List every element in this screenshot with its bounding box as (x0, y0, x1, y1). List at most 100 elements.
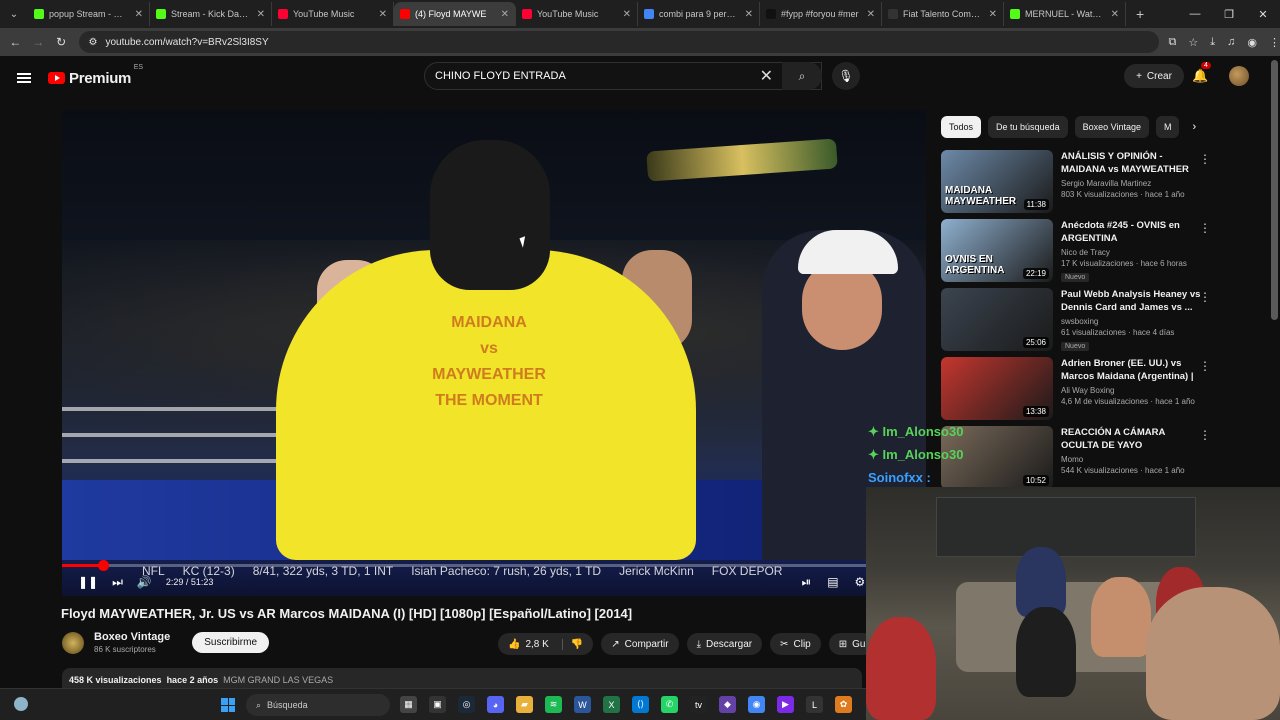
close-window-icon[interactable]: ✕ (1246, 0, 1280, 28)
browser-tab[interactable]: Stream - Kick Dashbo ✕ (150, 2, 272, 26)
account-avatar[interactable] (1229, 66, 1249, 86)
search-input[interactable]: CHINO FLOYD ENTRADA ✕ (424, 62, 822, 90)
forward-icon[interactable]: → (27, 35, 50, 49)
recommendation-item[interactable]: 10:52 REACCIÓN A CÁMARA OCULTA DE YAYO M… (941, 426, 1217, 495)
reload-icon[interactable]: ↻ (50, 35, 73, 49)
more-options-icon[interactable]: ⋮ (1199, 290, 1211, 304)
close-tab-icon[interactable]: ✕ (501, 9, 509, 20)
progress-bar[interactable] (62, 560, 926, 571)
windows-start-icon[interactable] (221, 698, 235, 712)
create-button[interactable]: + Crear (1124, 64, 1184, 88)
clear-search-icon[interactable]: ✕ (760, 66, 773, 86)
appletv-icon[interactable]: tv (690, 696, 707, 713)
minimize-icon[interactable]: — (1178, 0, 1212, 28)
video-thumbnail[interactable]: 13:38 (941, 357, 1053, 420)
tab-search-icon[interactable]: ⌄ (0, 0, 28, 28)
browser-tab[interactable]: popup Stream - Watc ✕ (28, 2, 150, 26)
new-tab-button[interactable]: + (1126, 6, 1154, 22)
app-icon[interactable]: ▣ (429, 696, 446, 713)
video-thumbnail[interactable]: OVNIS EN ARGENTINA 22:19 (941, 219, 1053, 282)
recommendation-item[interactable]: OVNIS EN ARGENTINA 22:19 Anécdota #245 -… (941, 219, 1217, 288)
app-icon[interactable]: ✿ (835, 696, 852, 713)
recommendation-title[interactable]: Paul Webb Analysis Heaney vs Dennis Card… (1061, 288, 1201, 314)
browser-tab[interactable]: #fypp #foryou #mer ✕ (760, 2, 882, 26)
close-tab-icon[interactable]: ✕ (257, 9, 265, 20)
video-thumbnail[interactable]: 25:06 (941, 288, 1053, 351)
recommendation-item[interactable]: MAIDANA MAYWEATHER 11:38 ANÁLISIS Y OPIN… (941, 150, 1217, 219)
scrubber-handle[interactable] (98, 560, 110, 571)
app-icon[interactable]: ◆ (719, 696, 736, 713)
spotify-icon[interactable]: ≋ (545, 696, 562, 713)
notifications-button[interactable]: 🔔 4 (1192, 62, 1211, 84)
chip-filter[interactable]: M (1155, 116, 1180, 138)
browser-tab[interactable]: combi para 9 person ✕ (638, 2, 760, 26)
recommendation-item[interactable]: 13:38 Adrien Broner (EE. UU.) vs Marcos … (941, 357, 1217, 426)
chrome-icon[interactable]: ◉ (748, 696, 765, 713)
channel-name[interactable]: Boxeo Vintage (94, 631, 170, 643)
recommendation-channel[interactable]: Ali Way Boxing (1061, 386, 1201, 395)
download-icon[interactable]: ⤓ (1210, 36, 1215, 49)
settings-icon[interactable]: ⚙ (855, 575, 866, 590)
browser-tab[interactable]: YouTube Music ✕ (272, 2, 394, 26)
youtube-logo[interactable]: Premium ES (48, 64, 143, 87)
url-bar[interactable]: ⚙ youtube.com/watch?v=BRv2Sl3I8SY (78, 31, 1159, 53)
share-button[interactable]: ↗ Compartir (601, 633, 679, 655)
next-icon[interactable]: ⏭ (112, 575, 123, 590)
discord-icon[interactable]: ◕ (487, 696, 504, 713)
recommendation-channel[interactable]: swsboxing (1061, 317, 1201, 326)
close-tab-icon[interactable]: ✕ (379, 9, 387, 20)
browser-tab[interactable]: YouTube Music ✕ (516, 2, 638, 26)
recommendation-channel[interactable]: Momo (1061, 455, 1201, 464)
recommendation-title[interactable]: ANÁLISIS Y OPINIÓN - MAIDANA vs MAYWEATH… (1061, 150, 1201, 176)
more-options-icon[interactable]: ⋮ (1199, 221, 1211, 235)
steam-icon[interactable]: ◎ (458, 696, 475, 713)
media-icon[interactable]: ♫ (1227, 36, 1235, 49)
bookmark-star-icon[interactable]: ☆ (1188, 36, 1198, 49)
word-icon[interactable]: W (574, 696, 591, 713)
weather-icon[interactable] (14, 697, 28, 711)
search-button[interactable]: ⌕ (782, 62, 822, 90)
app-icon[interactable]: ▶ (777, 696, 794, 713)
whatsapp-icon[interactable]: ✆ (661, 696, 678, 713)
subscribe-button[interactable]: Suscribirme (192, 632, 270, 653)
like-button[interactable]: 👍 2,8 K 👎 (498, 633, 594, 655)
taskbar-search-input[interactable]: ⌕ Búsqueda (246, 694, 390, 716)
close-tab-icon[interactable]: ✕ (745, 9, 753, 20)
channel-avatar[interactable] (62, 631, 84, 654)
browser-menu-icon[interactable]: ⋮ (1269, 36, 1280, 49)
chip-filter[interactable]: Todos (941, 116, 982, 138)
browser-tab[interactable]: MERNUEL - Watch cl ✕ (1004, 2, 1126, 26)
chip-filter[interactable]: De tu búsqueda (988, 116, 1068, 138)
location-tag[interactable]: MGM GRAND LAS VEGAS (223, 675, 333, 685)
video-player[interactable]: MAIDANA vs MAYWEATHER THE MOMENT NFL KC (… (62, 110, 926, 596)
folder-icon[interactable]: ▰ (516, 696, 533, 713)
subtitles-icon[interactable]: ▤ (827, 575, 838, 590)
excel-icon[interactable]: X (603, 696, 620, 713)
thumbs-down-icon[interactable]: 👎 (561, 638, 583, 650)
menu-icon[interactable] (17, 73, 31, 83)
video-thumbnail[interactable]: MAIDANA MAYWEATHER 11:38 (941, 150, 1053, 213)
browser-tab[interactable]: Fiat Talento Combi M ✕ (882, 2, 1004, 26)
close-tab-icon[interactable]: ✕ (989, 9, 997, 20)
close-tab-icon[interactable]: ✕ (1111, 9, 1119, 20)
autoplay-toggle-icon[interactable]: ⏯ (802, 575, 812, 590)
site-info-icon[interactable]: ⚙ (89, 37, 98, 48)
recommendation-item[interactable]: 25:06 Paul Webb Analysis Heaney vs Denni… (941, 288, 1217, 357)
volume-icon[interactable]: 🔊 (137, 575, 152, 589)
recommendation-title[interactable]: Adrien Broner (EE. UU.) vs Marcos Maidan… (1061, 357, 1201, 383)
download-button[interactable]: ⤓ Descargar (686, 633, 763, 655)
more-options-icon[interactable]: ⋮ (1199, 152, 1211, 166)
task-view-icon[interactable]: ▦ (400, 696, 417, 713)
maximize-icon[interactable]: ❐ (1212, 0, 1246, 28)
recommendation-title[interactable]: Anécdota #245 - OVNIS en ARGENTINA (1061, 219, 1201, 245)
vscode-icon[interactable]: ⟨⟩ (632, 696, 649, 713)
chip-filter[interactable]: Boxeo Vintage (1074, 116, 1149, 138)
recommendation-channel[interactable]: Sergio Maravilla Martinez (1061, 179, 1201, 188)
chevron-right-icon[interactable]: › (1192, 121, 1196, 133)
profile-icon[interactable]: ◉ (1247, 36, 1257, 49)
back-icon[interactable]: ← (4, 35, 27, 49)
recommendation-channel[interactable]: Nico de Tracy (1061, 248, 1201, 257)
close-tab-icon[interactable]: ✕ (135, 9, 143, 20)
clip-button[interactable]: ✂ Clip (770, 633, 821, 655)
more-options-icon[interactable]: ⋮ (1199, 428, 1211, 442)
